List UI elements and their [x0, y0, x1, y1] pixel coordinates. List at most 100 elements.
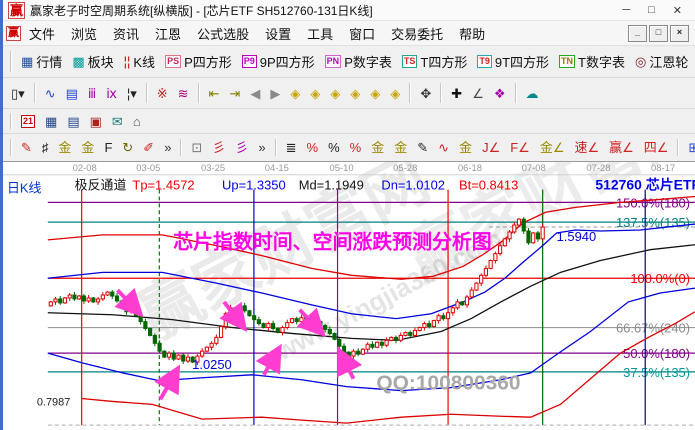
save-button[interactable]: ▣: [85, 112, 107, 131]
candlestick: [338, 339, 341, 346]
last-page-icon: ⇥: [229, 86, 240, 101]
draw-brush-button[interactable]: ✎: [16, 138, 37, 157]
gann-square-tool-button[interactable]: ⊡: [186, 138, 207, 157]
diamond-down-button[interactable]: ◈: [345, 84, 365, 103]
percent-retrace-button[interactable]: %: [302, 138, 324, 157]
fan-overflow-button[interactable]: »: [253, 138, 270, 157]
menu-item-2[interactable]: 资讯: [105, 22, 147, 45]
speed-angle-button[interactable]: 速∠: [569, 138, 604, 157]
volume-profile-button[interactable]: ≋: [173, 84, 194, 103]
cycle3-button[interactable]: ⅲ: [83, 84, 101, 103]
percent-button[interactable]: %: [323, 138, 345, 157]
t-square-button[interactable]: TST四方形: [397, 50, 472, 73]
t-table-button[interactable]: TNT数字表: [554, 50, 630, 73]
notes-button[interactable]: ▤: [62, 112, 84, 131]
candlestick: [139, 316, 142, 322]
p-square-button[interactable]: PSP四方形: [160, 50, 237, 73]
candlestick: [149, 329, 152, 336]
menu-item-3[interactable]: 江恩: [147, 22, 189, 45]
diamond-compress-button[interactable]: ◈: [385, 84, 405, 103]
fan-purple-button[interactable]: 彡: [230, 138, 253, 157]
pattern-red-button[interactable]: ※: [152, 84, 173, 103]
t9-square-button[interactable]: T99T四方形: [472, 50, 554, 73]
gold-ladder-button[interactable]: 金: [53, 138, 76, 157]
diamond-expand-button[interactable]: ◈: [365, 84, 385, 103]
candlestick: [182, 355, 185, 361]
gold-angle-button[interactable]: 金: [454, 138, 477, 157]
fan-red-button[interactable]: 彡: [207, 138, 230, 157]
utility-toolbar: 21▦▤▣✉⌂: [3, 109, 695, 134]
cloud-lines-button[interactable]: ☁: [521, 84, 544, 103]
scale-tool-button[interactable]: ≣: [281, 138, 302, 157]
gold-ladder2-button[interactable]: 金: [76, 138, 99, 157]
grid-blue-button[interactable]: ⊞: [683, 138, 695, 157]
candlestick: [286, 323, 289, 328]
candlestick: [517, 219, 520, 225]
calculator-button[interactable]: ▦: [40, 112, 62, 131]
sectors-button[interactable]: ▩板块: [67, 50, 118, 73]
t-square-icon: TS: [402, 55, 418, 68]
gold-line-button[interactable]: 金: [389, 138, 412, 157]
gann-box-button[interactable]: ❖: [489, 84, 511, 103]
marker-brush-button[interactable]: ✐: [138, 138, 159, 157]
maximize-button[interactable]: □: [648, 4, 655, 17]
menu-item-8[interactable]: 交易委托: [383, 22, 451, 45]
f10-info-button[interactable]: ▤: [61, 84, 83, 103]
draw-overflow-button[interactable]: »: [159, 138, 176, 157]
f-angle-button[interactable]: F∠: [505, 138, 535, 157]
calendar-button[interactable]: 21: [16, 113, 40, 130]
percent-line-button[interactable]: %: [345, 138, 367, 157]
p9-square-button[interactable]: P99P四方形: [237, 50, 320, 73]
quotes-button[interactable]: ▦行情: [16, 50, 67, 73]
pen-tool-button[interactable]: ✎: [412, 138, 433, 157]
pan-hand-button[interactable]: ✥: [415, 84, 436, 103]
kline-chart-canvas[interactable]: 赢家财富网赢家财富网www.yingjia360.com150.0%(180)1…: [3, 162, 695, 430]
mdi-minimize-button[interactable]: _: [628, 25, 647, 42]
candlestick: [120, 301, 123, 307]
mdi-close-button[interactable]: ×: [670, 25, 689, 42]
minimize-button[interactable]: ─: [622, 4, 630, 17]
gann-wheel-button[interactable]: ◎江恩轮: [630, 50, 693, 73]
mdi-restore-button[interactable]: □: [649, 25, 668, 42]
candlestick: [130, 309, 133, 312]
gold-circle-button[interactable]: 金: [366, 138, 389, 157]
menu-item-0[interactable]: 文件: [21, 22, 63, 45]
close-button[interactable]: ✕: [673, 4, 682, 17]
first-page-button[interactable]: ⇤: [204, 84, 225, 103]
f-ladder-button[interactable]: F: [99, 138, 117, 157]
grid-tool-button[interactable]: ♯: [37, 138, 54, 157]
angle-measure-button[interactable]: ∠: [467, 84, 489, 103]
mail-button[interactable]: ✉: [107, 112, 128, 131]
pattern-search-button[interactable]: ∿: [40, 84, 61, 103]
diamond-up-button[interactable]: ◈: [325, 84, 345, 103]
four-angle-button[interactable]: 四∠: [639, 138, 674, 157]
prev-page-icon: ◀: [250, 86, 260, 101]
indicator-value: Md=1.1949: [299, 178, 364, 193]
j-angle-button[interactable]: J∠: [477, 138, 505, 157]
menu-item-5[interactable]: 设置: [257, 22, 299, 45]
qq-watermark: QQ:100800360: [376, 372, 520, 395]
menu-item-7[interactable]: 窗口: [341, 22, 383, 45]
prev-page-button[interactable]: ◀: [245, 84, 265, 103]
wave-tool-button[interactable]: ∿: [433, 138, 454, 157]
kline-button[interactable]: ¦¦K线: [119, 50, 160, 73]
gold-angle2-button[interactable]: 金∠: [535, 138, 570, 157]
diamond-right-button[interactable]: ◈: [305, 84, 325, 103]
system-button[interactable]: ⌂: [128, 112, 146, 131]
cycle9-button[interactable]: ⅸ: [101, 84, 122, 103]
p-table-button[interactable]: PNP数字表: [320, 50, 397, 73]
menu-item-4[interactable]: 公式选股: [189, 22, 257, 45]
candlestick: [442, 316, 445, 319]
kline-style-button[interactable]: ▯▾: [6, 84, 30, 103]
spiral-button[interactable]: ↻: [117, 138, 138, 157]
date-tick-label: 03-25: [201, 162, 225, 173]
win-angle-button[interactable]: 赢∠: [604, 138, 639, 157]
menu-item-1[interactable]: 浏览: [63, 22, 105, 45]
crosshair-button[interactable]: ✚: [446, 84, 467, 103]
next-page-button[interactable]: ▶: [265, 84, 285, 103]
candle-width-button[interactable]: ¦▾: [122, 84, 142, 103]
diamond-left-button[interactable]: ◈: [285, 84, 305, 103]
menu-item-6[interactable]: 工具: [299, 22, 341, 45]
menu-item-9[interactable]: 帮助: [451, 22, 493, 45]
last-page-button[interactable]: ⇥: [224, 84, 245, 103]
